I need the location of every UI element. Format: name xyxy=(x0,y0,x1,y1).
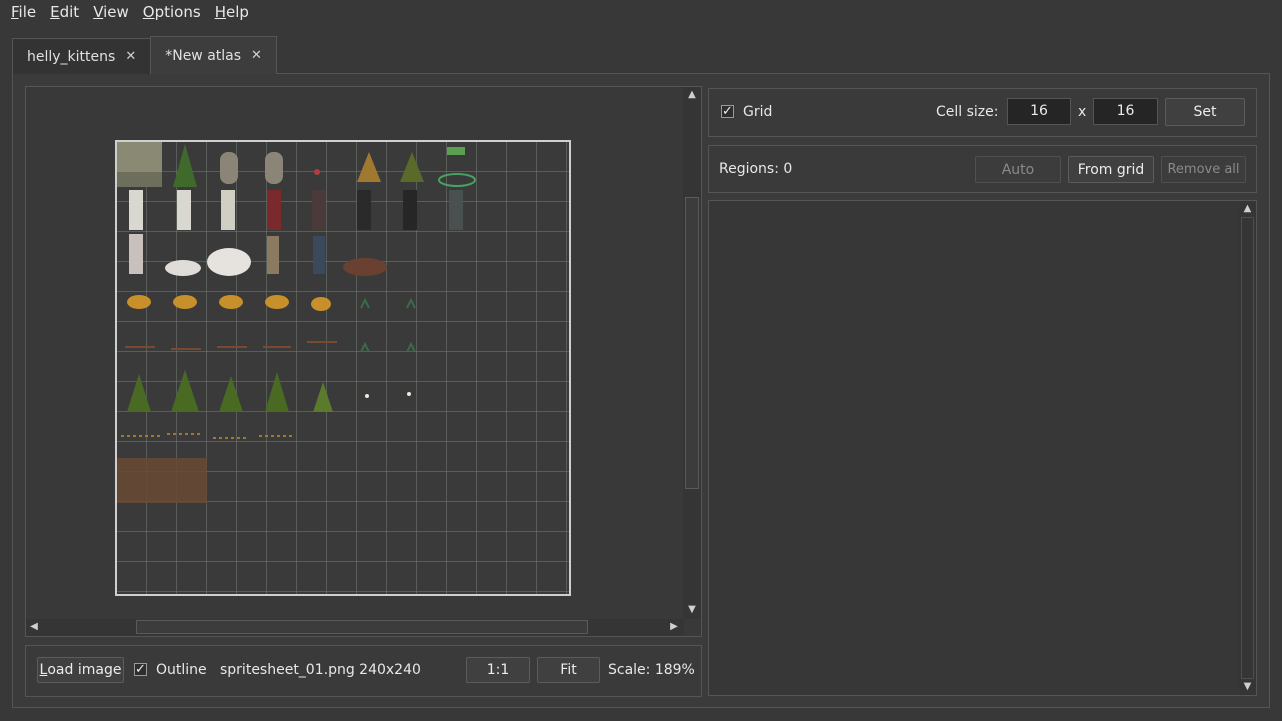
gravestone-sprite xyxy=(265,152,283,184)
dirt-tile xyxy=(117,458,207,503)
auto-button[interactable]: Auto xyxy=(975,156,1061,183)
dead-tree-sprite xyxy=(357,152,381,182)
leaves-sprite xyxy=(121,433,295,439)
cell-size-label: Cell size: xyxy=(936,104,999,120)
close-icon[interactable]: ✕ xyxy=(251,48,262,63)
arrow-down-icon[interactable]: ▼ xyxy=(1241,681,1254,693)
menu-view-mnemonic: V xyxy=(93,3,104,21)
times-label: x xyxy=(1078,104,1087,120)
shrub-sprite xyxy=(311,297,331,311)
arrow-left-icon[interactable]: ◀ xyxy=(28,621,40,633)
tree-sprite xyxy=(313,382,333,412)
scrollbar-thumb[interactable] xyxy=(685,197,699,489)
spritesheet-canvas[interactable] xyxy=(115,140,571,596)
scale-text: Scale: 189% xyxy=(608,662,695,678)
arrow-up-icon[interactable]: ▲ xyxy=(1241,203,1254,215)
shrub-sprite xyxy=(173,295,197,309)
blood-splatter-sprite xyxy=(314,169,320,175)
skeleton-sprite xyxy=(177,190,191,230)
outline-label: Outline xyxy=(156,662,207,678)
spritesheet-image xyxy=(117,142,476,503)
character-sprite xyxy=(312,190,326,230)
regions-list[interactable] xyxy=(708,200,1257,696)
arrow-down-icon[interactable]: ▼ xyxy=(686,604,698,616)
zombie-sprite xyxy=(129,234,143,274)
cell-height-field[interactable]: 16 xyxy=(1093,98,1158,125)
tab-label: *New atlas xyxy=(165,47,242,64)
load-image-label: oad image xyxy=(47,662,122,678)
menu-options-label: ptions xyxy=(154,3,201,21)
creature-sprite xyxy=(165,260,201,276)
signpost-sprite xyxy=(438,173,476,187)
menu-edit-mnemonic: E xyxy=(50,3,60,21)
tree-sprite xyxy=(265,372,289,412)
character-sprite xyxy=(313,236,325,274)
tree-sprite xyxy=(127,374,151,412)
tab-bar: helly_kittens ✕ *New atlas ✕ xyxy=(12,36,277,74)
gravestone-sprite xyxy=(220,152,238,184)
shrub-sprite xyxy=(127,295,151,309)
skeleton-sprite xyxy=(129,190,143,230)
menu-file-mnemonic: F xyxy=(11,3,19,21)
canvas-horizontal-scrollbar[interactable]: ◀ ▶ xyxy=(26,619,684,636)
flowers-sprite xyxy=(407,392,411,396)
grid-checkbox[interactable]: ✓ xyxy=(721,105,734,118)
bush-sprite xyxy=(400,152,424,182)
tree-sprite xyxy=(171,370,199,412)
menu-file[interactable]: File xyxy=(4,0,43,24)
arrow-right-icon[interactable]: ▶ xyxy=(668,621,680,633)
tab-new-atlas[interactable]: *New atlas ✕ xyxy=(150,36,277,74)
load-image-mnemonic: L xyxy=(39,662,48,678)
character-sprite xyxy=(449,190,463,230)
flowers-sprite xyxy=(365,394,369,398)
grass-sprite xyxy=(360,297,416,309)
shrub-sprite xyxy=(265,295,289,309)
fit-button[interactable]: Fit xyxy=(537,657,600,683)
menu-help-mnemonic: H xyxy=(214,3,226,21)
menu-options-mnemonic: O xyxy=(142,3,155,21)
twigs-sprite xyxy=(125,341,337,350)
load-image-button[interactable]: Load image xyxy=(37,657,124,683)
skeleton-sprite xyxy=(221,190,235,230)
menu-help[interactable]: Help xyxy=(208,0,256,24)
file-info-text: spritesheet_01.png 240x240 xyxy=(220,662,421,678)
character-sprite xyxy=(267,236,279,274)
set-button[interactable]: Set xyxy=(1165,98,1245,126)
arrow-up-icon[interactable]: ▲ xyxy=(686,89,698,101)
menu-options[interactable]: Options xyxy=(136,0,208,24)
dirt-pile-sprite xyxy=(343,258,387,276)
cell-width-field[interactable]: 16 xyxy=(1007,98,1071,125)
menu-help-label: elp xyxy=(225,3,249,21)
menu-edit[interactable]: Edit xyxy=(43,0,86,24)
creature-sprite xyxy=(207,248,251,276)
scrollbar-track[interactable] xyxy=(1241,217,1254,679)
regions-list-scrollbar[interactable]: ▲ ▼ xyxy=(1239,201,1256,695)
menu-view[interactable]: View xyxy=(86,0,136,24)
character-sprite xyxy=(357,190,371,230)
tab-label: helly_kittens xyxy=(27,48,116,65)
one-to-one-button[interactable]: 1:1 xyxy=(466,657,530,683)
grid-label: Grid xyxy=(743,104,773,120)
remove-all-button[interactable]: Remove all xyxy=(1161,156,1246,183)
outline-checkbox[interactable]: ✓ xyxy=(134,663,147,676)
from-grid-button[interactable]: From grid xyxy=(1068,156,1154,183)
character-sprite xyxy=(267,190,281,230)
canvas-vertical-scrollbar[interactable]: ▲ ▼ xyxy=(683,87,701,619)
menu-view-label: iew xyxy=(103,3,129,21)
tree-sprite xyxy=(219,376,243,412)
menu-edit-label: dit xyxy=(59,3,80,21)
scrollbar-thumb[interactable] xyxy=(136,620,588,634)
close-icon[interactable]: ✕ xyxy=(125,49,136,64)
menu-file-label: ile xyxy=(18,3,37,21)
tab-helly-kittens[interactable]: helly_kittens ✕ xyxy=(12,38,152,74)
character-sprite xyxy=(403,190,417,230)
regions-count-text: Regions: 0 xyxy=(719,161,793,177)
shrub-sprite xyxy=(219,295,243,309)
menu-bar: File Edit View Options Help xyxy=(0,0,1282,24)
pine-tree-sprite xyxy=(173,144,197,187)
